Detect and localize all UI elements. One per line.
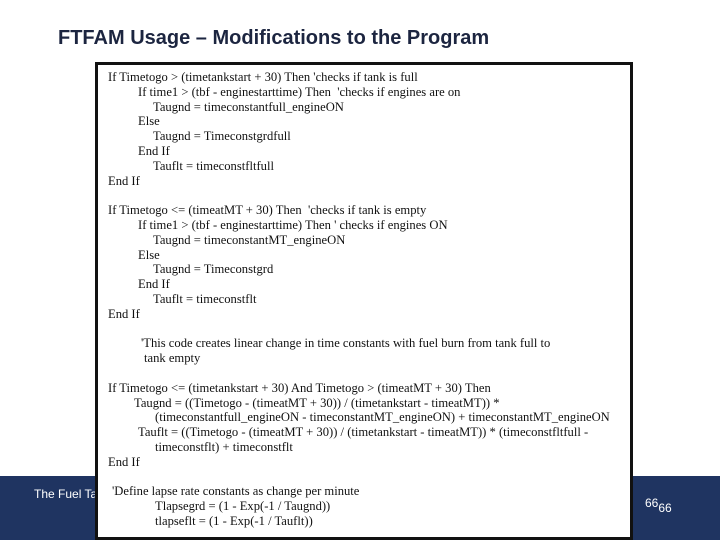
footer-text: The Fuel Ta [34,487,98,501]
page-number: 6666 [645,496,672,515]
code-comment: tank empty [144,351,201,366]
page-number-main: 66 [645,496,659,510]
code-comment: 'This code creates linear change in time… [141,336,551,351]
code-image: If Timetogo > (timetankstart + 30) Then … [95,62,633,540]
code-line: Taugnd = Timeconstgrdfull [153,129,291,144]
code-line: Taugnd = ((Timetogo - (timeatMT + 30)) /… [134,395,500,410]
code-line: Tauflt = timeconstfltfull [153,158,274,173]
code-line: timeconstflt) + timeconstflt [155,439,293,454]
code-line: If Timetogo > (timetankstart + 30) Then … [108,70,418,84]
code-line: Tauflt = ((Timetogo - (timeatMT + 30)) /… [138,425,589,440]
code-line: If Timetogo <= (timeatMT + 30) Then 'che… [108,203,427,218]
code-line: Taugnd = Timeconstgrd [153,262,274,277]
code-line: End If [108,306,140,321]
code-line: tlapseflt = (1 - Exp(-1 / Tauflt)) [155,513,313,528]
code-line: Else [138,247,160,262]
code-line: If time1 > (tbf - enginestarttime) Then … [138,84,461,99]
code-line: End If [138,277,170,292]
code-line: If time1 > (tbf - enginestarttime) Then … [138,217,448,232]
code-line: End If [138,143,170,158]
code-comment: 'Define lapse rate constants as change p… [112,484,360,499]
code-line: Tlapsegrd = (1 - Exp(-1 / Taugnd)) [155,499,331,514]
code-line: Taugnd = timeconstantMT_engineON [153,232,346,247]
code-line: If Timetogo <= (timetankstart + 30) And … [108,380,491,395]
page-number-sub: 66 [658,501,672,515]
code-line: End If [108,454,140,469]
code-line: Tauflt = timeconstflt [153,291,257,306]
code-line: (timeconstantfull_engineON - timeconstan… [155,410,610,425]
code-line: Taugnd = timeconstantfull_engineON [153,99,344,114]
code-line: Else [138,114,160,129]
code-line: End If [108,173,140,188]
code-listing: If Timetogo > (timetankstart + 30) Then … [98,65,610,529]
slide-title: FTFAM Usage – Modifications to the Progr… [58,27,490,49]
